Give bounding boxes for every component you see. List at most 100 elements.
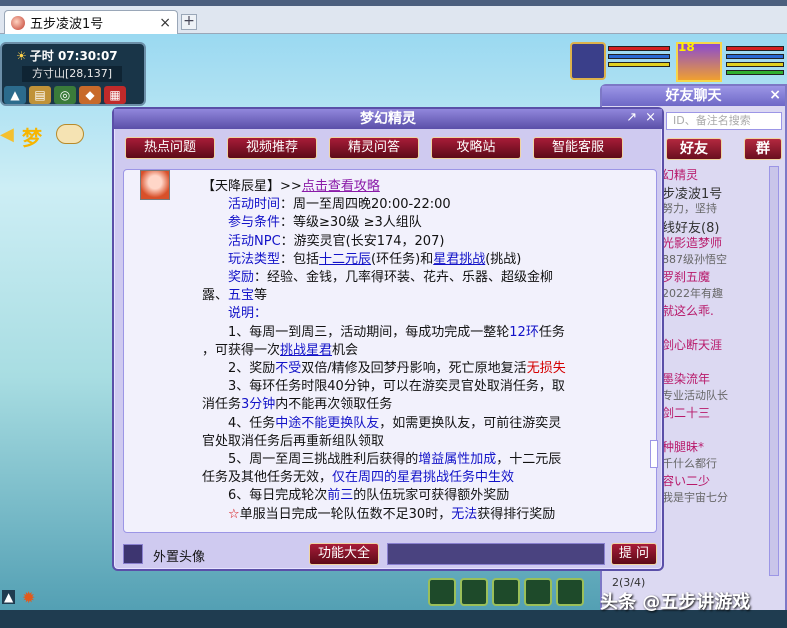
header-arrows: >> (280, 179, 302, 194)
feature-list-button[interactable]: 功能大全 (309, 543, 379, 565)
n2b: 不受 (275, 361, 302, 377)
skill-slot-3-icon[interactable] (492, 578, 520, 606)
skill-slot-4-icon[interactable] (524, 578, 552, 606)
video-recommend-button[interactable]: 视频推荐 (227, 137, 317, 159)
tab-group[interactable]: 群 (744, 138, 782, 160)
friend-list-item[interactable]: 我是宇宙七分 (662, 489, 772, 506)
line-note-4: 4、任务中途不能更换队友，如需更换队友，可前往游奕灵 (202, 415, 612, 433)
challenge-star-link[interactable]: 挑战星君 (280, 343, 332, 358)
friend-list-item[interactable] (662, 353, 772, 370)
question-input[interactable] (387, 543, 605, 565)
star-challenge-link[interactable]: 星君挑战 (433, 252, 485, 267)
search-map-icon[interactable]: ◎ (54, 86, 76, 104)
twelve-branches-link[interactable]: 十二元辰 (319, 252, 371, 267)
view-guide-link[interactable]: 点击查看攻略 (302, 179, 380, 194)
line-note-3: 3、每环任务时限40分钟，可以在游奕灵官处取消任务，取 (202, 378, 612, 396)
tab-close-icon[interactable]: × (159, 15, 171, 31)
reward-cont-1: 露、 (202, 288, 229, 304)
reward-label: 奖励 (228, 270, 255, 286)
toggle-up-icon[interactable]: ▲ (4, 86, 26, 104)
friends-close-icon[interactable]: × (769, 87, 781, 103)
line-npc: 活动NPC：游奕灵官(长安174，207) (202, 233, 612, 251)
ask-button[interactable]: 提 问 (611, 543, 657, 565)
sprite-avatar (140, 170, 170, 200)
line-reward: 奖励：经验、金钱，几率得环装、花卉、乐器、超级金柳 (202, 269, 612, 287)
n4b: 中途不能更换队友 (275, 415, 380, 431)
line-note-4b: 官处取消任务后再重新组队领取 (202, 433, 612, 451)
line-note-5b: 任务及其他任务无效，仅在周四的星君挑战任务中生效 (202, 469, 612, 487)
smart-support-button[interactable]: 智能客服 (533, 137, 623, 159)
friend-list-item[interactable]: 墨染流年 (662, 370, 772, 387)
pet-avatar[interactable] (570, 42, 606, 80)
hot-questions-button[interactable]: 热点问题 (125, 137, 215, 159)
friend-list-item[interactable]: 专业活动队长 (662, 387, 772, 404)
pet-mp-bar (608, 54, 670, 59)
n5e: 仅在周四的星君挑战任务中生效 (332, 470, 515, 486)
fire-skill-icon[interactable]: ✹ (22, 588, 35, 607)
answer-scrollbar[interactable] (650, 440, 658, 468)
friend-list-item[interactable]: 容い二少 (662, 472, 772, 489)
friend-list-item[interactable]: 剑二十三 (662, 404, 772, 421)
guide-site-button[interactable]: 攻略站 (431, 137, 521, 159)
dream-icon[interactable]: 梦 (22, 122, 42, 151)
n6c: 的队伍玩家可获得额外奖励 (353, 488, 510, 504)
n3a: 3、每环任务时限40分钟，可以在游奕灵官处取消任务，取 (228, 379, 565, 395)
friend-list-item[interactable]: 剑心断天涯 (662, 336, 772, 353)
player-status-area: 18 (570, 40, 787, 82)
collapse-left-arrow-icon[interactable]: ◀ (0, 124, 14, 145)
friend-list-item[interactable]: 就这么乖. (662, 302, 772, 319)
n1d: ，可获得一次 (202, 342, 281, 358)
pet-exp-bar (608, 62, 670, 67)
line-note-1: 1、每周一到周三，活动期间，每成功完成一整轮12环任务 (202, 324, 612, 342)
friend-list-item[interactable]: 千什么都行 (662, 455, 772, 472)
sprite-qa-button[interactable]: 精灵问答 (329, 137, 419, 159)
time-label: 活动时间 (228, 197, 281, 213)
type-pre: ：包括 (280, 251, 320, 267)
skill-slot-2-icon[interactable] (460, 578, 488, 606)
player-mp-bar (726, 54, 784, 59)
dialog-close-icon[interactable]: × (645, 110, 656, 125)
new-tab-button[interactable]: + (181, 14, 197, 30)
line-note-3b: 消任务3分钟内不能再次领取任务 (202, 396, 612, 414)
condition-label: 参与条件 (228, 215, 281, 231)
friend-list-item[interactable]: 幻精灵 (662, 166, 772, 183)
n2d: 无损失 (526, 361, 566, 377)
calendar-icon[interactable]: ▦ (104, 86, 126, 104)
skill-slot-5-icon[interactable] (556, 578, 584, 606)
answer-header: 【天降辰星】>>点击查看攻略 (202, 178, 612, 196)
friend-list-item[interactable]: 种腿昧* (662, 438, 772, 455)
n3d: 内不能再次领取任务 (275, 397, 393, 413)
n6b: 前三 (327, 488, 354, 504)
skill-slot-1-icon[interactable] (428, 578, 456, 606)
condition-value: ：等级≥30级 ≥3人组队 (280, 215, 422, 231)
friend-list-scrollbar[interactable] (769, 166, 779, 576)
pet-cloud-icon[interactable] (56, 124, 84, 144)
expand-arrow-icon[interactable]: ▲ (2, 590, 16, 604)
note-label: 说明： (228, 306, 268, 322)
hud-icon-row: ▲ ▤ ◎ ◆ ▦ (4, 86, 126, 104)
friend-list-item[interactable] (662, 421, 772, 438)
watermark: 头条 @五步讲游戏 (600, 592, 751, 613)
line-condition: 参与条件：等级≥30级 ≥3人组队 (202, 214, 612, 232)
bag-icon[interactable]: ◆ (79, 86, 101, 104)
line-note-6: 6、每日完成轮次前三的队伍玩家可获得额外奖励 (202, 487, 612, 505)
tab-friends[interactable]: 好友 (666, 138, 722, 160)
friend-list-item[interactable]: 努力，坚持 (662, 200, 772, 217)
browser-tab[interactable]: 五步凌波1号 × (4, 10, 178, 34)
n5c: ，十二元辰 (496, 452, 562, 468)
sprite-helper-dialog: 梦幻精灵 ↗ × 热点问题 视频推荐 精灵问答 攻略站 智能客服 【天降辰星】>>… (112, 107, 664, 571)
friend-search-input[interactable]: ID、备注名搜索 (666, 112, 782, 130)
n5a: 5、周一至周三挑战胜利后获得的 (228, 452, 419, 468)
friend-list-item[interactable]: 2022年有趣 (662, 285, 772, 302)
game-favicon-icon (11, 15, 25, 30)
friend-list-item[interactable]: 罗刹五魔 (662, 268, 772, 285)
external-avatar-checkbox[interactable] (123, 544, 143, 564)
friend-list-item[interactable]: 光影造梦师 (662, 234, 772, 251)
friend-list-item[interactable]: 步凌波1号 (662, 183, 772, 200)
friend-list-item[interactable]: 887级孙悟空 (662, 251, 772, 268)
player-hp-bar (726, 46, 784, 51)
friend-list-item[interactable] (662, 319, 772, 336)
pin-icon[interactable]: ↗ (626, 110, 637, 125)
friend-list-item[interactable]: 线好友(8) (662, 217, 772, 234)
book-icon[interactable]: ▤ (29, 86, 51, 104)
